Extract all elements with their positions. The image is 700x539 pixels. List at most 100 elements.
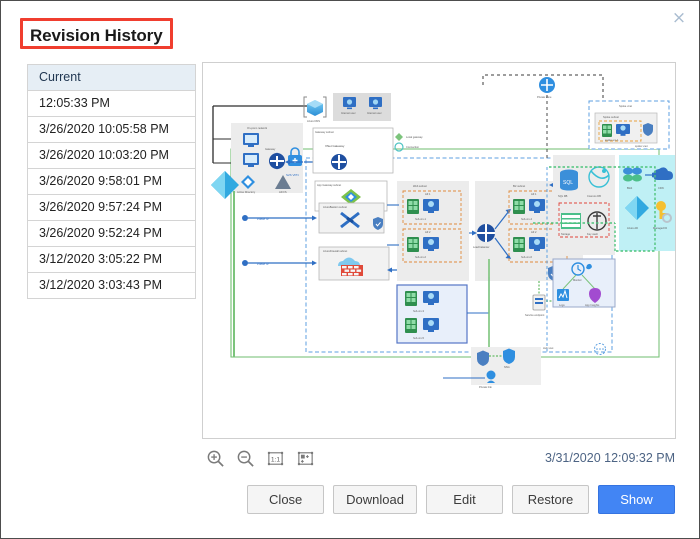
vm-icon [423, 291, 439, 305]
svg-text:NSG: NSG [504, 365, 510, 369]
svg-text:spoke-vm-1: spoke-vm-1 [605, 138, 619, 142]
list-item[interactable]: 3/26/2020 10:05:58 PM [28, 117, 195, 143]
svg-text:AzureFirewall subnet: AzureFirewall subnet [323, 249, 347, 253]
svg-text:Gateway: Gateway [265, 147, 276, 151]
svg-text:AZ 1: AZ 1 [425, 192, 431, 196]
list-item[interactable]: 3/26/2020 10:03:20 PM [28, 143, 195, 169]
svg-text:Internet user: Internet user [367, 111, 382, 115]
revision-list-header: Current [28, 65, 195, 91]
azure-architecture-diagram: Hub vnet Hub vnet Azure DNS [211, 74, 675, 389]
svg-text:hub-vm-6: hub-vm-6 [521, 255, 533, 259]
svg-text:Storage: Storage [561, 232, 571, 236]
list-item[interactable]: 3/26/2020 9:58:01 PM [28, 169, 195, 195]
vnet-gateway-icon [331, 154, 347, 170]
zoom-in-icon[interactable] [206, 449, 225, 468]
svg-text:1:1: 1:1 [271, 456, 281, 463]
svg-text:Internet user: Internet user [341, 111, 356, 115]
svg-text:hub-vm-1: hub-vm-1 [415, 217, 427, 221]
public-ip-dot [242, 215, 248, 221]
svg-text:SQL: SQL [563, 180, 573, 186]
svg-text:Blob: Blob [627, 186, 633, 190]
svg-text:AD FS: AD FS [279, 190, 287, 194]
local-gateway-icon: Local gateway Connection [394, 133, 423, 152]
onprem-monitor-icon [243, 133, 259, 147]
vm-icon [405, 318, 417, 333]
close-icon[interactable]: × [669, 8, 689, 28]
list-item[interactable]: 3/26/2020 9:57:24 PM [28, 195, 195, 221]
svg-text:hub-vm-2: hub-vm-2 [415, 255, 427, 259]
show-button[interactable]: Show [598, 485, 675, 514]
svg-text:App Insights: App Insights [585, 303, 600, 307]
vm-icon [423, 237, 439, 251]
svg-text:Cosmos DB: Cosmos DB [587, 194, 601, 198]
preview-timestamp: 3/31/2020 12:09:32 PM [545, 451, 675, 465]
azure-dns-icon: Azure DNS [303, 96, 327, 123]
vm-icon [423, 318, 439, 332]
service-endpoint-icon: Service endpoint [525, 294, 546, 317]
svg-text:hub-vm-5: hub-vm-5 [413, 336, 425, 340]
internet-user-icon: Internet user [367, 97, 382, 115]
vm-icon [407, 199, 419, 214]
svg-text:hub-vm-4: hub-vm-4 [521, 217, 533, 221]
svg-text:Spoke subnet: Spoke subnet [603, 115, 619, 119]
svg-text:Key vault: Key vault [587, 232, 598, 236]
list-item[interactable]: 3/12/2020 3:03:43 PM [28, 273, 195, 299]
more-icon [594, 343, 606, 355]
svg-text:Local gateway: Local gateway [406, 135, 423, 139]
page-title: Revision History [30, 26, 163, 45]
vm-icon [407, 237, 419, 252]
vm-icon [423, 199, 439, 213]
zoom-out-icon[interactable] [236, 449, 255, 468]
svg-text:spoke vnet: spoke vnet [635, 144, 648, 148]
onprem-monitor-icon [243, 153, 259, 167]
diagram-preview-panel: Hub vnet Hub vnet Azure DNS [202, 62, 676, 439]
svg-text:Service endpoint: Service endpoint [525, 313, 545, 317]
svg-text:Spoke vnet: Spoke vnet [619, 104, 632, 108]
svg-text:SQL DB: SQL DB [558, 194, 568, 198]
close-button[interactable]: Close [247, 485, 325, 514]
revision-history-dialog: Revision History × Current 12:05:33 PM 3… [0, 0, 700, 539]
actual-size-icon[interactable]: 1:1 [266, 449, 285, 468]
vm-icon [602, 124, 612, 137]
list-item[interactable]: 12:05:33 PM [28, 91, 195, 117]
svg-text:hub-vm-3: hub-vm-3 [413, 309, 425, 313]
svg-text:Connection: Connection [406, 145, 420, 149]
svg-text:AZ 2: AZ 2 [425, 230, 431, 234]
svg-text:Private link: Private link [479, 385, 492, 389]
private-zone-icon: Private zone [537, 77, 555, 99]
list-item[interactable]: 3/26/2020 9:52:24 PM [28, 221, 195, 247]
svg-text:VNet Gateway: VNet Gateway [325, 144, 345, 148]
fit-page-icon[interactable] [296, 449, 315, 468]
svg-text:Monitor: Monitor [573, 278, 582, 282]
download-button[interactable]: Download [333, 485, 417, 514]
svg-text:Active Directory: Active Directory [237, 190, 256, 194]
svg-text:Azure AD: Azure AD [627, 226, 638, 230]
svg-text:Private zone: Private zone [537, 95, 552, 99]
svg-text:CDN: CDN [658, 186, 664, 190]
vm-icon [529, 237, 545, 251]
restore-button[interactable]: Restore [512, 485, 589, 514]
svg-text:AZ 2: AZ 2 [531, 230, 537, 234]
public-ip-dot [242, 260, 248, 266]
diagram-canvas: Hub vnet Hub vnet Azure DNS [203, 63, 675, 438]
list-item[interactable]: 3/12/2020 3:05:22 PM [28, 247, 195, 273]
svg-text:Biz subnet: Biz subnet [513, 184, 525, 188]
revision-list: Current 12:05:33 PM 3/26/2020 10:05:58 P… [27, 64, 196, 299]
edit-button[interactable]: Edit [426, 485, 503, 514]
svg-text:Logs: Logs [559, 303, 565, 307]
svg-text:AzureBastion subnet: AzureBastion subnet [323, 205, 347, 209]
internet-user-icon: Internet user [341, 97, 356, 115]
vm-icon [513, 199, 525, 214]
svg-text:S2S VPN: S2S VPN [286, 173, 299, 177]
svg-text:Azure DNS: Azure DNS [307, 119, 320, 123]
vm-icon [405, 291, 417, 306]
svg-text:Gateway subnet: Gateway subnet [315, 130, 334, 134]
dialog-footer: Close Download Edit Restore Show [247, 485, 675, 514]
svg-text:App Gateway subnet: App Gateway subnet [317, 183, 341, 187]
svg-text:Web subnet: Web subnet [413, 184, 427, 188]
preview-zoom-toolbar: 1:1 [206, 449, 315, 468]
svg-text:Load balancer: Load balancer [473, 245, 490, 249]
svg-text:On-prem network: On-prem network [247, 126, 268, 130]
svg-text:Hub vnet: Hub vnet [543, 346, 554, 350]
vm-icon [529, 199, 545, 213]
